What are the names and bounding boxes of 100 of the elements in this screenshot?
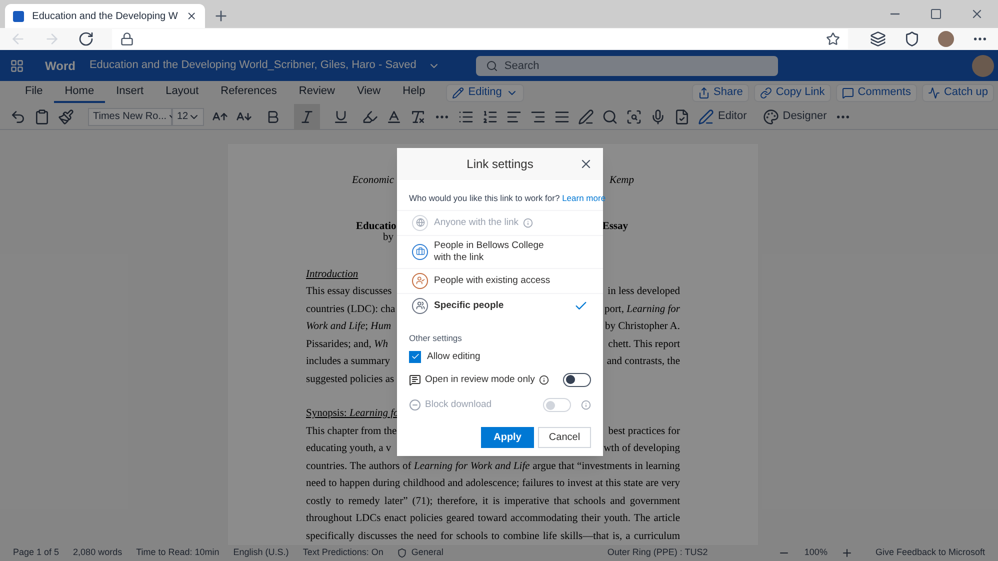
- link-option[interactable]: People in Bellows College with the link: [397, 234, 603, 268]
- ribbon-tab[interactable]: Review: [288, 82, 346, 102]
- underline-icon: [333, 108, 349, 124]
- section-label: Other settings: [409, 332, 463, 344]
- editor-button[interactable]: Editor: [698, 108, 747, 125]
- clear-format-icon[interactable]: [410, 108, 426, 124]
- feedback-link[interactable]: Give Feedback to Microsoft: [875, 546, 985, 560]
- section-heading: Introduction: [306, 268, 358, 282]
- highlighter-icon[interactable]: [362, 108, 378, 124]
- font-size-dropdown[interactable]: 12: [172, 108, 204, 126]
- doc-text: wth of developing: [604, 442, 680, 456]
- status-text: 2,080 words: [73, 546, 122, 560]
- avatar[interactable]: [938, 31, 954, 47]
- cancel-button[interactable]: Cancel: [538, 427, 591, 448]
- learn-more-link[interactable]: Learn more: [562, 193, 606, 203]
- undo-icon[interactable]: [10, 108, 26, 124]
- close-icon[interactable]: [186, 10, 197, 22]
- doc-text: countries. The authors of Learning for Work and Life argue that “investments in learning: [306, 460, 680, 474]
- doc-text: includes a summary: [306, 355, 390, 369]
- ribbon-tab[interactable]: Layout: [154, 82, 210, 102]
- favorite-icon[interactable]: [826, 32, 840, 46]
- people-icon: [412, 272, 428, 289]
- close-icon[interactable]: [970, 7, 984, 21]
- ribbon-tab[interactable]: View: [346, 82, 392, 102]
- doc-text: by Christopher A.: [605, 320, 680, 334]
- font-color-icon[interactable]: [386, 108, 402, 124]
- link-icon: [760, 86, 772, 98]
- info-icon: [581, 400, 591, 410]
- checkmark-icon: [410, 352, 420, 362]
- doc-text: specifically discusses the need for schools to combine life skills—that is, a curriculum: [306, 530, 680, 544]
- status-text: General: [411, 546, 444, 560]
- status-text: Outer Ring (PPE) : TUS2: [607, 546, 708, 560]
- catchup-icon: [928, 86, 940, 98]
- ribbon-tab[interactable]: Help: [392, 82, 436, 102]
- doc-text: Kemp: [610, 174, 634, 188]
- doc-text: This essay discusses: [306, 285, 392, 299]
- zoom-level: 100%: [804, 546, 828, 560]
- zoom-in-icon[interactable]: [841, 547, 854, 559]
- apply-button[interactable]: Apply: [481, 427, 534, 448]
- address-field[interactable]: [112, 29, 848, 49]
- microphone-icon[interactable]: [650, 108, 666, 124]
- ribbon-tab[interactable]: Home: [54, 82, 106, 102]
- search-icon: [486, 60, 498, 72]
- doc-text: throughout LDCs enact policies geared toward accommodating their youth. The article: [306, 512, 680, 526]
- lock-icon[interactable]: [120, 32, 134, 46]
- outdent-icon[interactable]: [506, 108, 522, 124]
- numbered-list-icon[interactable]: [482, 108, 498, 124]
- app-launcher-icon[interactable]: [10, 58, 24, 72]
- doc-text: and contrasts, the: [606, 355, 680, 369]
- designer-button[interactable]: Designer: [762, 108, 827, 125]
- ribbon-tab[interactable]: References: [210, 82, 288, 102]
- palette-icon: [762, 108, 779, 124]
- find-icon[interactable]: [602, 108, 618, 124]
- font-dropdown[interactable]: Times New Ro...: [88, 108, 172, 126]
- ribbon-action-button[interactable]: Share: [692, 84, 749, 102]
- block-icon: [409, 399, 421, 412]
- setting-label: Block download: [425, 398, 492, 412]
- ribbon-action-button[interactable]: Comments: [836, 84, 917, 102]
- search-field[interactable]: Search: [476, 56, 778, 76]
- setting-label: Open in review mode only: [425, 372, 535, 387]
- ribbon-tab[interactable]: Insert: [105, 82, 155, 102]
- styles-icon[interactable]: [578, 108, 594, 124]
- ribbon-action-button[interactable]: Copy Link: [754, 84, 831, 102]
- people-icon: [412, 298, 428, 314]
- doc-text: costly to remedy later” (71); therefore, it is imperative that schools and government: [306, 494, 680, 508]
- doc-text: best practices for: [608, 424, 680, 438]
- checkbox[interactable]: [409, 350, 421, 363]
- doc-text: port, Learning for: [604, 302, 680, 316]
- align-icon[interactable]: [554, 108, 570, 124]
- doc-text: This chapter from the: [306, 424, 397, 438]
- doc-text: chett. This report: [608, 338, 680, 352]
- link-option[interactable]: Specific people: [397, 292, 603, 318]
- review-mode-toggle[interactable]: [563, 372, 591, 387]
- doc-text: countries (LDC): cha: [306, 302, 396, 316]
- new-tab-icon[interactable]: [213, 8, 229, 24]
- browser-tab[interactable]: Education and the Developing W: [5, 4, 205, 28]
- doc-text: educating youth, a v: [306, 442, 392, 456]
- bullet-list-icon[interactable]: [458, 108, 474, 124]
- ribbon-tab[interactable]: File: [14, 82, 54, 102]
- doc-title-text: Educatio: [356, 220, 396, 232]
- editing-mode-button[interactable]: Editing: [446, 84, 524, 102]
- paintbrush-icon[interactable]: [58, 108, 74, 124]
- scan-icon[interactable]: [626, 108, 642, 124]
- reload-icon[interactable]: [78, 31, 94, 47]
- close-icon[interactable]: [579, 157, 593, 171]
- document-check-icon[interactable]: [674, 108, 690, 124]
- link-option[interactable]: People with existing access: [397, 268, 603, 293]
- doc-title-text: Essay: [602, 220, 628, 234]
- format-button[interactable]: [294, 104, 320, 130]
- label-icon: [397, 548, 408, 558]
- tab-title: Education and the Developing W: [32, 10, 178, 24]
- clipboard-icon[interactable]: [34, 108, 50, 124]
- comments-icon: [842, 86, 854, 98]
- review-icon: [409, 374, 421, 386]
- document-title[interactable]: Education and the Developing World_Scribner, Giles, Haro - Saved: [89, 57, 416, 74]
- status-text: Time to Read: 10min: [136, 546, 220, 560]
- ribbon-action-button[interactable]: Catch up: [922, 84, 994, 102]
- pen-icon: [698, 108, 714, 124]
- indent-icon[interactable]: [530, 108, 546, 124]
- maximize-icon[interactable]: [930, 8, 942, 20]
